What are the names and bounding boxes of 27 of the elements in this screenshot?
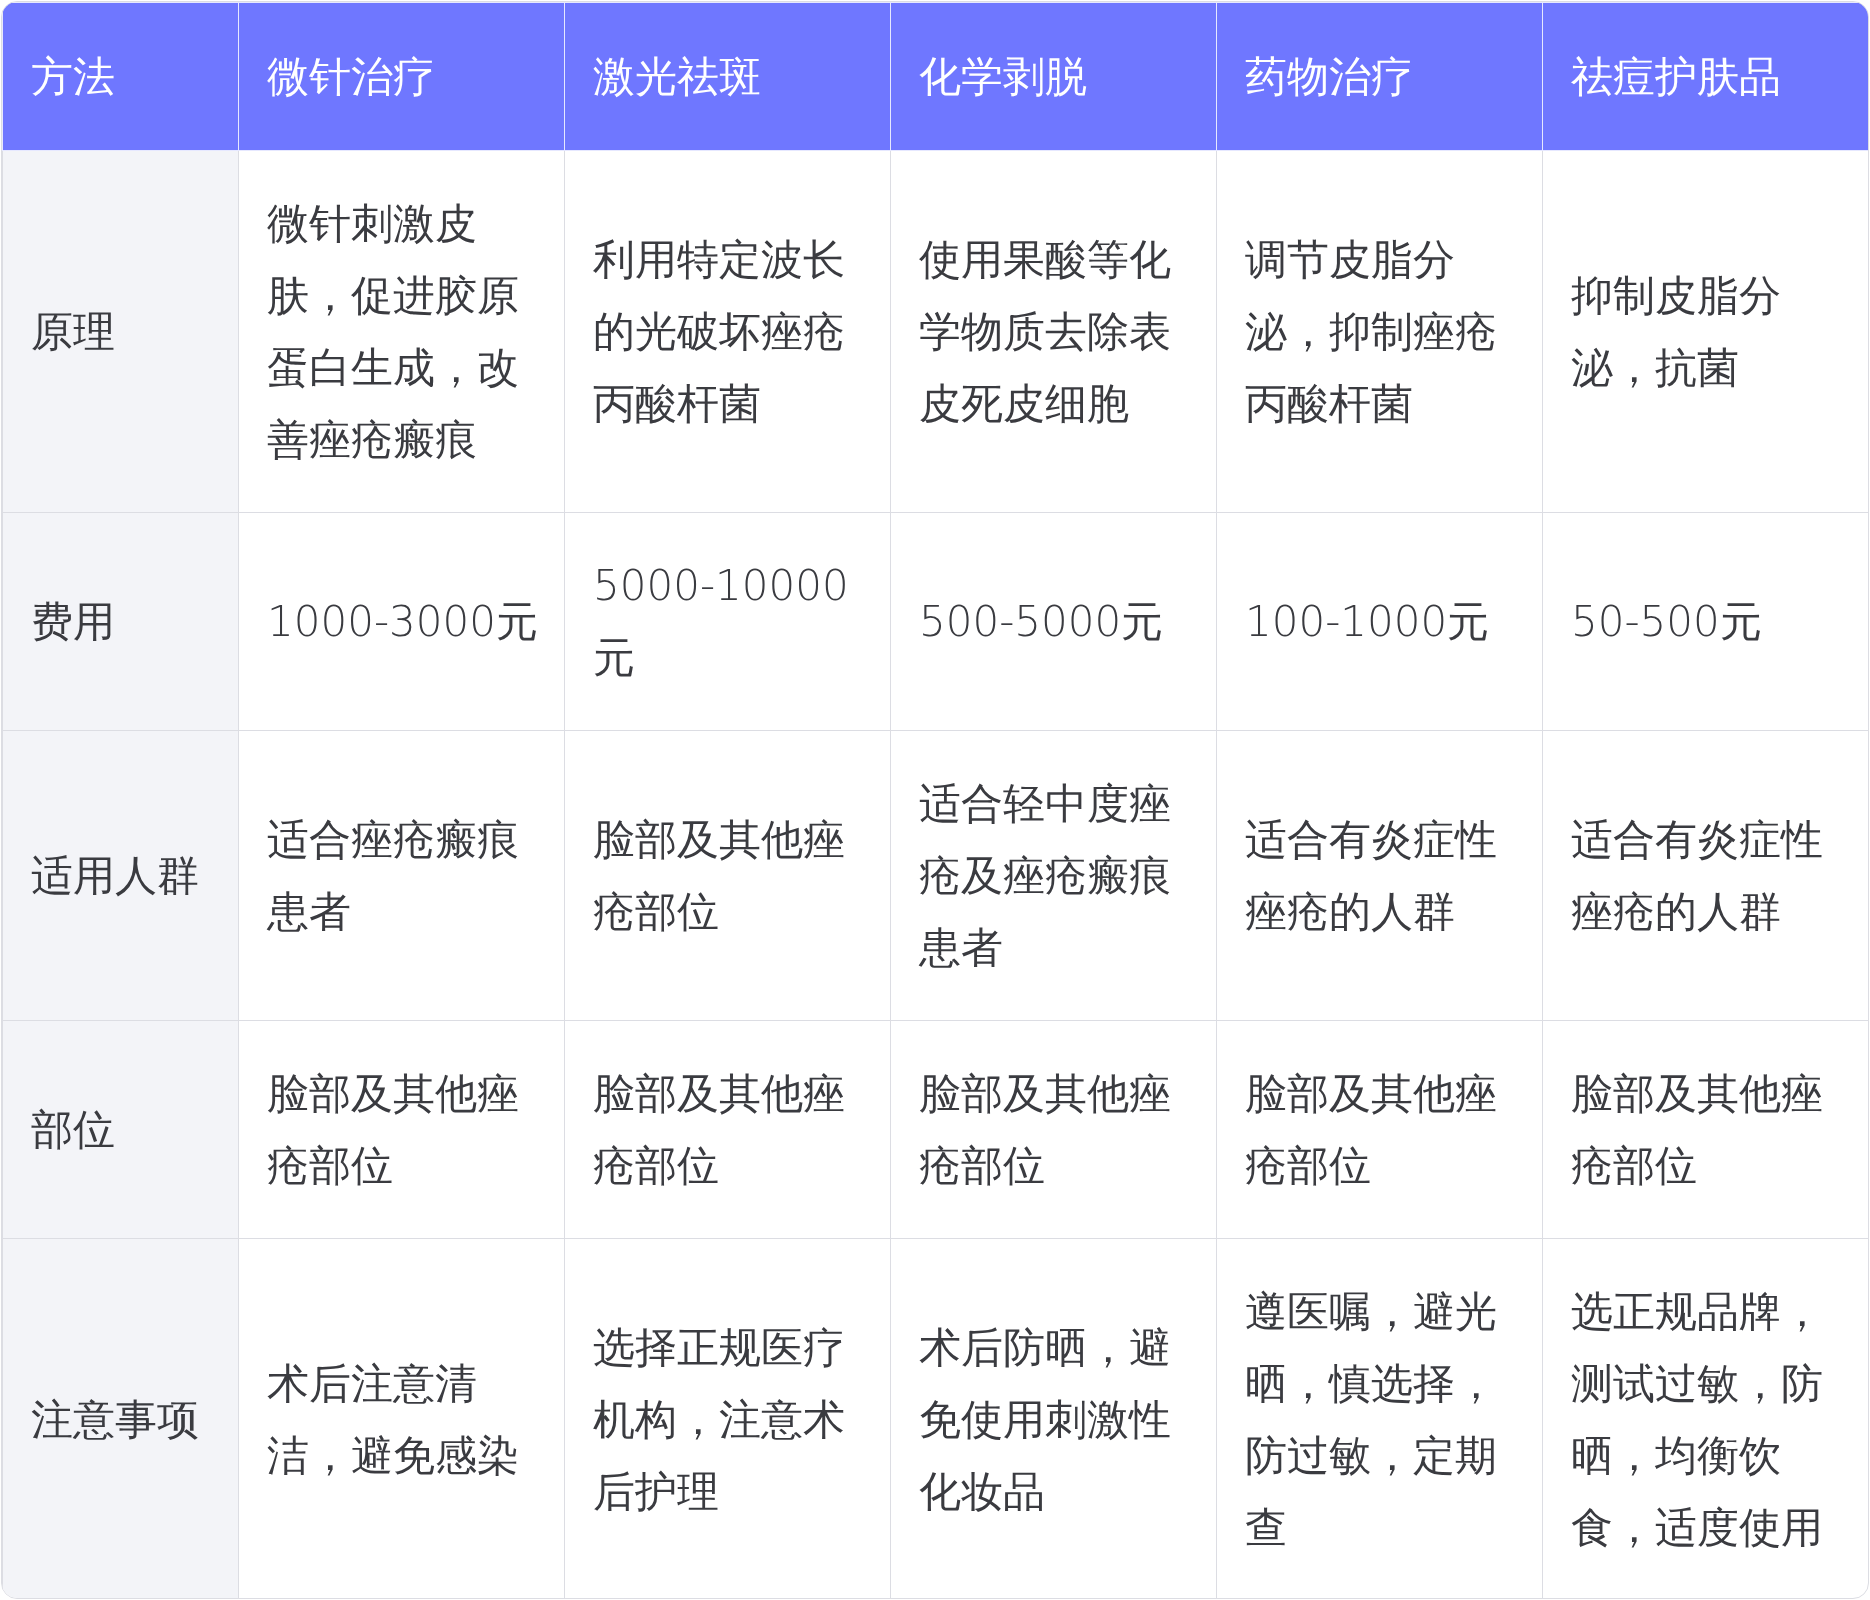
row-header: 原理 bbox=[2, 150, 239, 513]
table-cell: 1000-3000元 bbox=[238, 512, 565, 731]
table-cell: 脸部及其他痤疮部位 bbox=[564, 1020, 891, 1239]
table-cell: 微针刺激皮肤，促进胶原蛋白生成，改善痤疮瘢痕 bbox=[238, 150, 565, 513]
row-header: 适用人群 bbox=[2, 730, 239, 1021]
row-header: 部位 bbox=[2, 1020, 239, 1239]
row-header: 费用 bbox=[2, 512, 239, 731]
table-cell: 适合痤疮瘢痕患者 bbox=[238, 730, 565, 1021]
column-header: 祛痘护肤品 bbox=[1542, 2, 1868, 151]
table-cell: 脸部及其他痤疮部位 bbox=[238, 1020, 565, 1239]
row-header: 注意事项 bbox=[2, 1238, 239, 1598]
table-cell: 调节皮脂分泌，抑制痤疮丙酸杆菌 bbox=[1216, 150, 1543, 513]
column-header: 方法 bbox=[2, 2, 239, 151]
table-cell: 利用特定波长的光破坏痤疮丙酸杆菌 bbox=[564, 150, 891, 513]
table-cell: 脸部及其他痤疮部位 bbox=[564, 730, 891, 1021]
table-cell: 脸部及其他痤疮部位 bbox=[1216, 1020, 1543, 1239]
column-header: 微针治疗 bbox=[238, 2, 565, 151]
column-header: 激光祛斑 bbox=[564, 2, 891, 151]
table-cell: 适合轻中度痤疮及痤疮瘢痕患者 bbox=[890, 730, 1217, 1021]
table-cell: 500-5000元 bbox=[890, 512, 1217, 731]
column-header: 化学剥脱 bbox=[890, 2, 1217, 151]
table-cell: 100-1000元 bbox=[1216, 512, 1543, 731]
table-cell: 5000-10000元 bbox=[564, 512, 891, 731]
table-cell: 适合有炎症性痤疮的人群 bbox=[1216, 730, 1543, 1021]
column-header: 药物治疗 bbox=[1216, 2, 1543, 151]
table-cell: 脸部及其他痤疮部位 bbox=[890, 1020, 1217, 1239]
table-cell: 使用果酸等化学物质去除表皮死皮细胞 bbox=[890, 150, 1217, 513]
